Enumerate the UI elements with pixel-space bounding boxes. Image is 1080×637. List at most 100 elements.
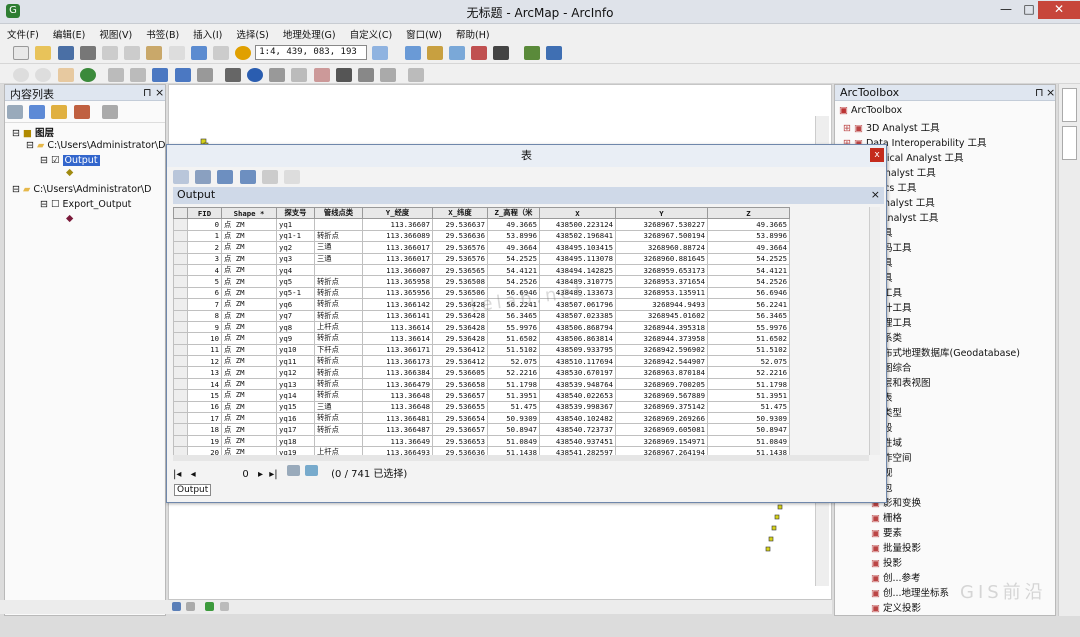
row-selector[interactable] [173,229,188,243]
menu-item-8[interactable]: 窗口(W) [399,24,449,41]
select-by-attributes-icon[interactable] [217,170,234,184]
table-cell[interactable]: 54.4121 [487,263,540,277]
list-by-selection-icon[interactable] [73,105,90,119]
menu-item-9[interactable]: 帮助(H) [449,24,497,41]
table-row[interactable]: 11 点 ZM yq10 下杆点 113.366171 29.536412 51.5102 4… [173,343,790,357]
table-cell[interactable]: 113.366487 [362,423,433,436]
table-cell[interactable]: 12 [187,355,222,368]
list-by-source-icon[interactable] [29,105,46,119]
table-cell[interactable]: 51.6502 [487,332,540,345]
table-cell[interactable]: yq8 [276,320,315,334]
table-cell[interactable]: 55.9976 [707,320,790,334]
table-cell[interactable]: 438540.937451 [539,434,616,448]
table-cell[interactable]: 3268944.395318 [615,320,708,334]
measure-icon[interactable] [291,68,308,82]
table-cell[interactable]: yq5 [276,275,315,288]
table-cell[interactable]: yq7 [276,309,315,322]
table-cell[interactable]: 3268942.544907 [615,355,708,368]
table-cell[interactable]: 29.536576 [432,252,488,265]
table-cell[interactable]: 3268944.9493 [615,298,708,311]
undo-icon[interactable] [190,46,207,60]
table-row[interactable]: 3点 ZM yq3 三通 113.366017 29.536576 54.2525 4384… [173,252,790,265]
row-selector[interactable] [173,332,188,345]
row-selector[interactable] [173,377,188,391]
table-cell[interactable]: 10 [187,332,222,345]
toc-options-icon[interactable] [101,105,118,119]
column-header[interactable]: Shape * [221,206,277,220]
toolbox-item[interactable]: ▣ 创...参考 [871,570,921,584]
table-cell[interactable]: 8 [187,309,222,322]
toolbox-pin-icon[interactable]: ⊓ [1035,86,1044,99]
time-slider-icon[interactable] [380,68,397,82]
table-cell[interactable]: yq1 [276,218,315,231]
table-cell[interactable]: 转折点 [314,377,363,391]
row-selector[interactable] [173,252,188,265]
table-cell[interactable]: 438506.868794 [539,320,616,334]
toolbox-item[interactable]: ▣ 定义投影 [871,600,921,614]
arctoolbox-icon[interactable] [471,46,488,60]
table-cell[interactable]: 438500.223124 [539,218,616,231]
table-cell[interactable]: 54.4121 [707,263,790,277]
table-cell[interactable]: 点 ZM [221,320,277,334]
table-cell[interactable]: 三通 [314,252,363,265]
table-cell[interactable]: 51.3951 [487,389,540,402]
toolbox-item[interactable]: ⊞ ▣ 3D Analyst 工具 [843,120,940,134]
table-horizontal-scrollbar[interactable] [173,455,869,461]
find-icon[interactable] [335,68,352,82]
table-cell[interactable]: 54.2525 [707,252,790,265]
table-cell[interactable]: 转折点 [314,389,363,402]
table-cell[interactable]: 50.9309 [487,412,540,425]
table-cell[interactable]: 点 ZM [221,229,277,243]
table-cell[interactable]: yq17 [276,423,315,436]
table-cell[interactable]: 54.2526 [487,275,540,288]
table-cell[interactable]: 113.36614 [362,332,433,345]
column-header[interactable]: X_纬度 [432,206,488,220]
row-selector-header[interactable] [173,206,188,220]
table-cell[interactable]: 3268969.269266 [615,412,708,425]
table-cell[interactable]: 113.366173 [362,355,433,368]
table-cell[interactable]: 16 [187,400,222,414]
next-record-icon[interactable]: ▸ [258,469,263,480]
table-cell[interactable]: 1 [187,229,222,243]
column-header[interactable]: Y [615,206,708,220]
row-selector[interactable] [173,423,188,436]
cut-icon[interactable] [101,46,118,60]
table-cell[interactable]: 点 ZM [221,298,277,311]
table-cell[interactable]: 113.366481 [362,412,433,425]
row-selector[interactable] [173,343,188,357]
back-extent-icon[interactable] [152,68,169,82]
forward-extent-icon[interactable] [174,68,191,82]
menu-item-3[interactable]: 书签(B) [139,24,186,41]
table-cell[interactable]: 点 ZM [221,366,277,379]
viewer-window-icon[interactable] [408,68,425,82]
row-selector[interactable] [173,320,188,334]
table-cell[interactable]: 51.5102 [707,343,790,357]
table-cell[interactable]: yq5-1 [276,286,315,300]
table-cell[interactable]: 113.36607 [362,218,433,231]
table-cell[interactable]: 3268969.567889 [615,389,708,402]
table-cell[interactable]: 点 ZM [221,332,277,345]
table-cell[interactable]: 上杆点 [314,320,363,334]
search-tab[interactable] [1062,126,1077,160]
pause-drawing-icon[interactable] [219,602,229,611]
table-cell[interactable]: 438502.196841 [539,229,616,243]
table-cell[interactable]: 438495.113078 [539,252,616,265]
table-cell[interactable]: 113.36649 [362,434,433,448]
table-cell[interactable]: yq10 [276,343,315,357]
add-data-icon[interactable] [235,46,252,60]
table-cell[interactable]: 113.366142 [362,298,433,311]
show-all-records-icon[interactable] [286,465,300,476]
row-selector[interactable] [173,298,188,311]
last-record-icon[interactable]: ▸| [269,469,277,480]
table-cell[interactable]: 52.075 [487,355,540,368]
toc-close-icon[interactable]: × [155,86,164,99]
switch-selection-icon[interactable] [239,170,256,184]
table-row[interactable]: 2点 ZM yq2 三通 113.366017 29.536576 49.3664 4384… [173,241,790,254]
table-cell[interactable]: 113.366007 [362,263,433,277]
table-cell[interactable]: 52.2216 [487,366,540,379]
table-cell[interactable]: 转折点 [314,286,363,300]
paste-icon[interactable] [146,46,163,60]
row-selector[interactable] [173,309,188,322]
table-cell[interactable]: 3268953.371654 [615,275,708,288]
menu-item-4[interactable]: 插入(I) [186,24,229,41]
